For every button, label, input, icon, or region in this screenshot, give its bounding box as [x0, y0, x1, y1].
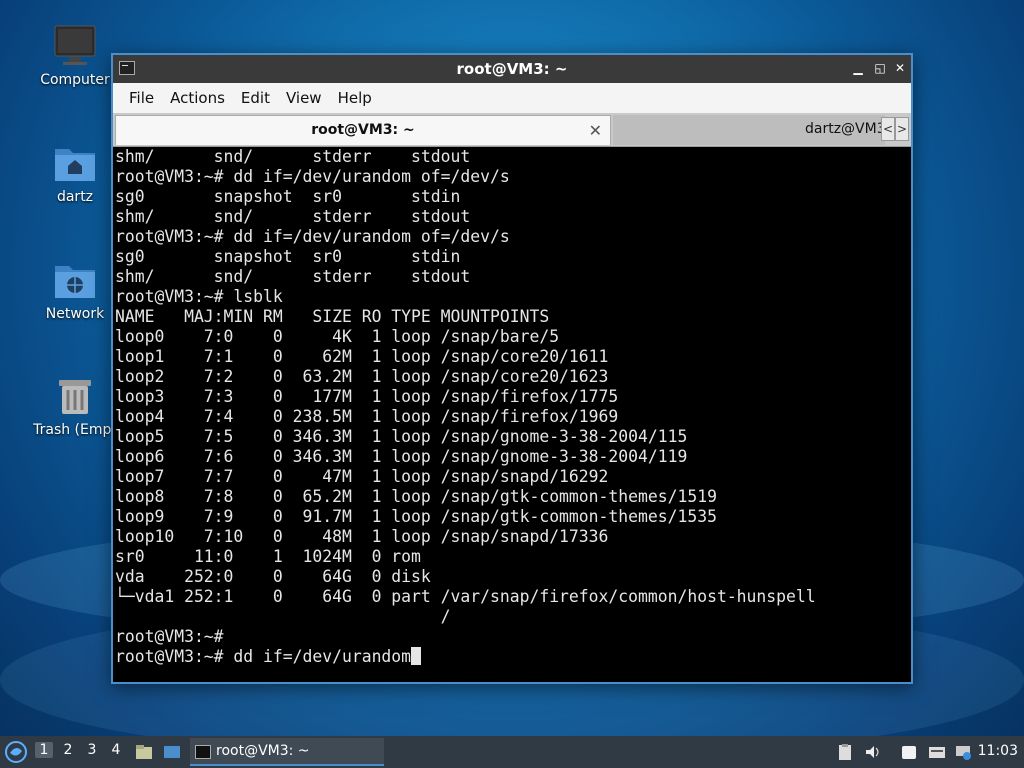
menu-actions[interactable]: Actions [164, 87, 231, 109]
terminal-output[interactable]: shm/ snd/ stderr stdout root@VM3:~# dd if… [115, 147, 911, 682]
terminal-cursor [411, 647, 422, 665]
terminal-line: shm/ snd/ stderr stdout [115, 267, 471, 286]
clipboard-tray-icon[interactable] [836, 743, 854, 761]
terminal-line: loop8 7:8 0 65.2M 1 loop /snap/gtk-commo… [115, 487, 717, 506]
network-folder-icon [55, 266, 95, 298]
desktop-icon-trash[interactable]: Trash (Empt [25, 374, 125, 438]
tab-root-vm3[interactable]: root@VM3: ~ ✕ [115, 115, 611, 145]
keyboard-tray-icon[interactable] [928, 743, 946, 761]
menu-edit[interactable]: Edit [235, 87, 276, 109]
terminal-line: / [115, 607, 451, 626]
trash-icon [59, 380, 91, 414]
volume-icon[interactable] [864, 743, 882, 761]
terminal-line: NAME MAJ:MIN RM SIZE RO TYPE MOUNTPOINTS [115, 307, 550, 326]
tab-scroll-left-icon[interactable]: < [881, 117, 895, 141]
terminal-line: root@VM3:~# dd if=/dev/urandom of=/dev/s [115, 227, 510, 246]
menu-view[interactable]: View [280, 87, 328, 109]
tab-bar: root@VM3: ~ ✕ dartz@VM3: ~ < > [113, 113, 911, 147]
clock[interactable]: 11:03 [978, 743, 1018, 759]
taskbar-task-terminal[interactable]: root@VM3: ~ [190, 738, 384, 766]
tab-scroll-right-icon[interactable]: > [895, 117, 909, 141]
menu-help[interactable]: Help [332, 87, 378, 109]
desktop-icon-dartz[interactable]: dartz [25, 141, 125, 205]
terminal-line: loop10 7:10 0 48M 1 loop /snap/snapd/173… [115, 527, 609, 546]
desktop-icon-network[interactable]: Network [25, 258, 125, 322]
terminal-line: sg0 snapshot sr0 stdin [115, 187, 461, 206]
network-tray-icon[interactable] [954, 743, 972, 761]
terminal-line: loop7 7:7 0 47M 1 loop /snap/snapd/16292 [115, 467, 609, 486]
terminal-line: loop9 7:9 0 91.7M 1 loop /snap/gtk-commo… [115, 507, 717, 526]
maximize-button[interactable]: ◱ [873, 60, 887, 76]
workspace-2[interactable]: 2 [59, 742, 77, 758]
terminal-line: root@VM3:~# [115, 627, 224, 646]
tab-label: dartz@VM3: ~ [805, 121, 885, 137]
desktop-icon-label: Computer [40, 72, 110, 88]
desktop-icon-label: dartz [56, 189, 94, 205]
close-button[interactable]: ✕ [893, 60, 907, 76]
tab-scroll-arrows: < > [881, 117, 909, 141]
terminal-line: shm/ snd/ stderr stdout [115, 207, 471, 226]
terminal-line: root@VM3:~# dd if=/dev/urandom of=/dev/s [115, 167, 510, 186]
terminal-line: sr0 11:0 1 1024M 0 rom [115, 547, 421, 566]
desktop-icon-label: Trash (Empt [33, 422, 117, 438]
terminal-line: └─vda1 252:1 0 64G 0 part /var/snap/fire… [115, 587, 816, 606]
window-title: root@VM3: ~ [456, 60, 568, 78]
terminal-line: vda 252:0 0 64G 0 disk [115, 567, 431, 586]
terminal-task-icon [195, 745, 211, 759]
terminal-line: root@VM3:~# lsblk [115, 287, 283, 306]
taskbar-task-label: root@VM3: ~ [216, 743, 310, 759]
terminal-line: sg0 snapshot sr0 stdin [115, 247, 461, 266]
terminal-line: loop0 7:0 0 4K 1 loop /snap/bare/5 [115, 327, 560, 346]
minimize-button[interactable]: ▁ [851, 60, 865, 76]
menu-bar: File Actions Edit View Help [113, 83, 911, 113]
terminal-line: loop4 7:4 0 238.5M 1 loop /snap/firefox/… [115, 407, 619, 426]
tab-label: root@VM3: ~ [311, 122, 415, 138]
taskbar: 1 2 3 4 root@VM3: ~ 11:03 [0, 736, 1024, 768]
terminal-window[interactable]: root@VM3: ~ ▁ ◱ ✕ File Actions Edit View… [111, 53, 913, 684]
terminal-line: loop6 7:6 0 346.3M 1 loop /snap/gnome-3-… [115, 447, 688, 466]
window-titlebar[interactable]: root@VM3: ~ ▁ ◱ ✕ [113, 55, 911, 83]
show-desktop-icon[interactable] [162, 742, 182, 762]
desktop-icon-computer[interactable]: Computer [25, 24, 125, 88]
terminal-line: loop5 7:5 0 346.3M 1 loop /snap/gnome-3-… [115, 427, 688, 446]
workspace-1[interactable]: 1 [35, 742, 53, 758]
terminal-line: shm/ snd/ stderr stdout [115, 147, 471, 166]
workspace-4[interactable]: 4 [107, 742, 125, 758]
menu-file[interactable]: File [123, 87, 160, 109]
terminal-line: loop1 7:1 0 62M 1 loop /snap/core20/1611 [115, 347, 609, 366]
start-menu-icon[interactable] [4, 740, 28, 764]
terminal-line: loop2 7:2 0 63.2M 1 loop /snap/core20/16… [115, 367, 609, 386]
home-folder-icon [55, 149, 95, 181]
workspace-3[interactable]: 3 [83, 742, 101, 758]
tab-close-icon[interactable]: ✕ [589, 121, 602, 140]
tab-dartz-vm3[interactable]: dartz@VM3: ~ [613, 115, 885, 145]
monitor-icon [54, 25, 96, 65]
notes-tray-icon[interactable] [900, 743, 918, 761]
terminal-line: loop3 7:3 0 177M 1 loop /snap/firefox/17… [115, 387, 619, 406]
desktop-icon-label: Network [45, 306, 105, 322]
file-manager-icon[interactable] [134, 742, 154, 762]
terminal-line: root@VM3:~# dd if=/dev/urandom [115, 647, 911, 667]
